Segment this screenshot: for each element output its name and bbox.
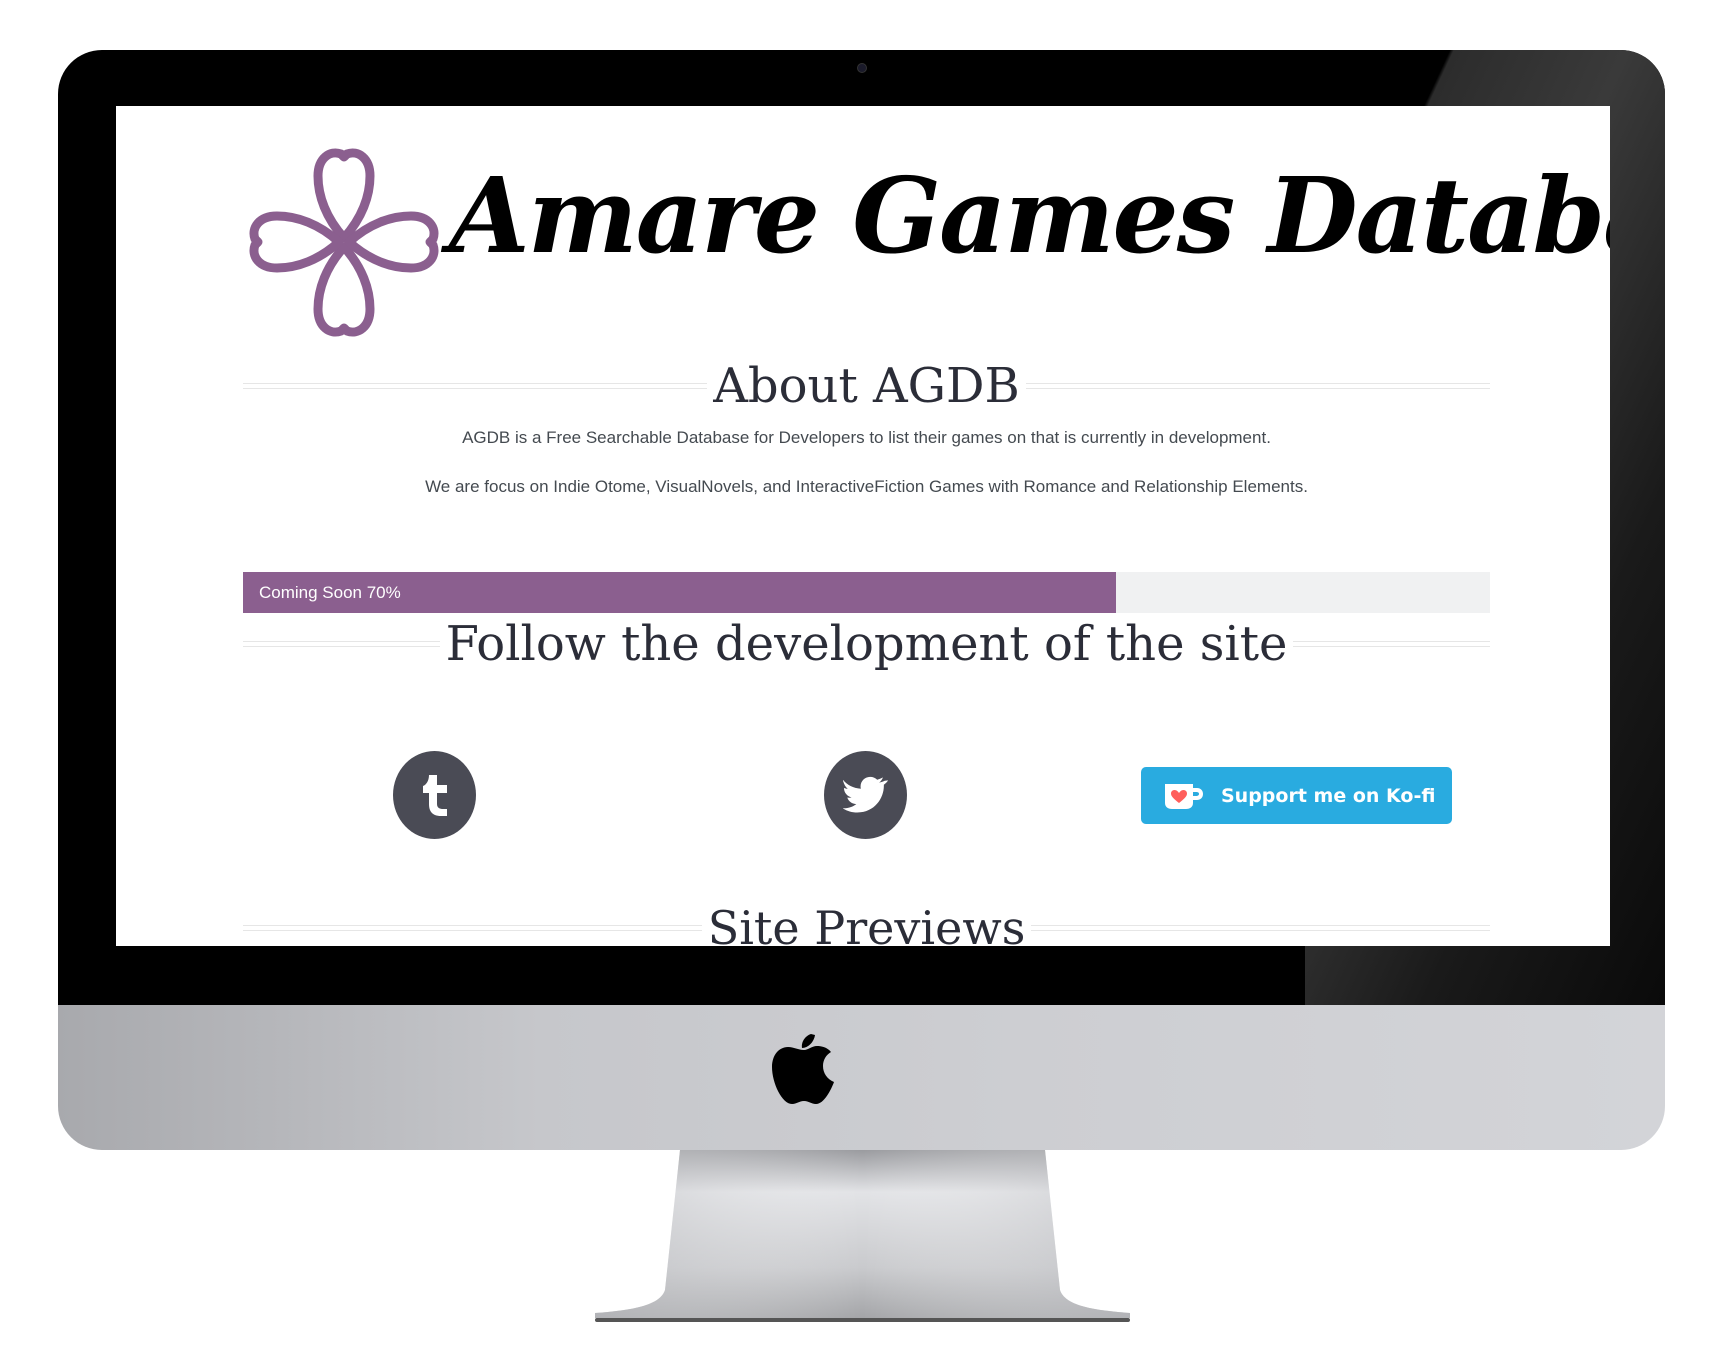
heading-rule-left — [243, 925, 702, 931]
kofi-label: Support me on Ko-fi — [1221, 784, 1436, 807]
heading-rule-left — [243, 383, 708, 389]
follow-title: Follow the development of the site — [445, 616, 1288, 672]
about-paragraph: AGDB is a Free Searchable Database for D… — [462, 428, 1271, 447]
heading-rule-left — [243, 641, 440, 647]
site-logo[interactable]: Amare Games Database — [244, 130, 1610, 355]
about-paragraph: We are focus on Indie Otome, VisualNovel… — [425, 477, 1308, 496]
tumblr-icon — [422, 775, 447, 816]
camera-icon — [857, 63, 867, 73]
twitter-link[interactable] — [824, 751, 907, 839]
monitor-chin — [58, 1005, 1665, 1150]
previews-title: Site Previews — [707, 901, 1026, 946]
kofi-support-button[interactable]: Support me on Ko-fi — [1141, 767, 1452, 824]
apple-logo-icon — [772, 1034, 834, 1104]
twitter-icon — [842, 776, 888, 813]
site-logo-text: Amare Games Database — [449, 154, 1610, 277]
heart-clover-icon — [249, 148, 439, 337]
kofi-cup-icon — [1165, 783, 1203, 809]
heading-rule-right — [1293, 641, 1490, 647]
follow-heading: Follow the development of the site — [243, 584, 1490, 704]
about-heading: About AGDB — [243, 356, 1491, 416]
website-screen: Amare Games Database About AGDB AGDB is … — [116, 106, 1610, 946]
about-title: About AGDB — [713, 358, 1020, 414]
monitor-stand — [595, 1150, 1130, 1322]
heading-rule-right — [1025, 383, 1491, 389]
heading-rule-right — [1031, 925, 1490, 931]
tumblr-link[interactable] — [393, 751, 476, 839]
previews-heading: Site Previews — [243, 898, 1490, 946]
